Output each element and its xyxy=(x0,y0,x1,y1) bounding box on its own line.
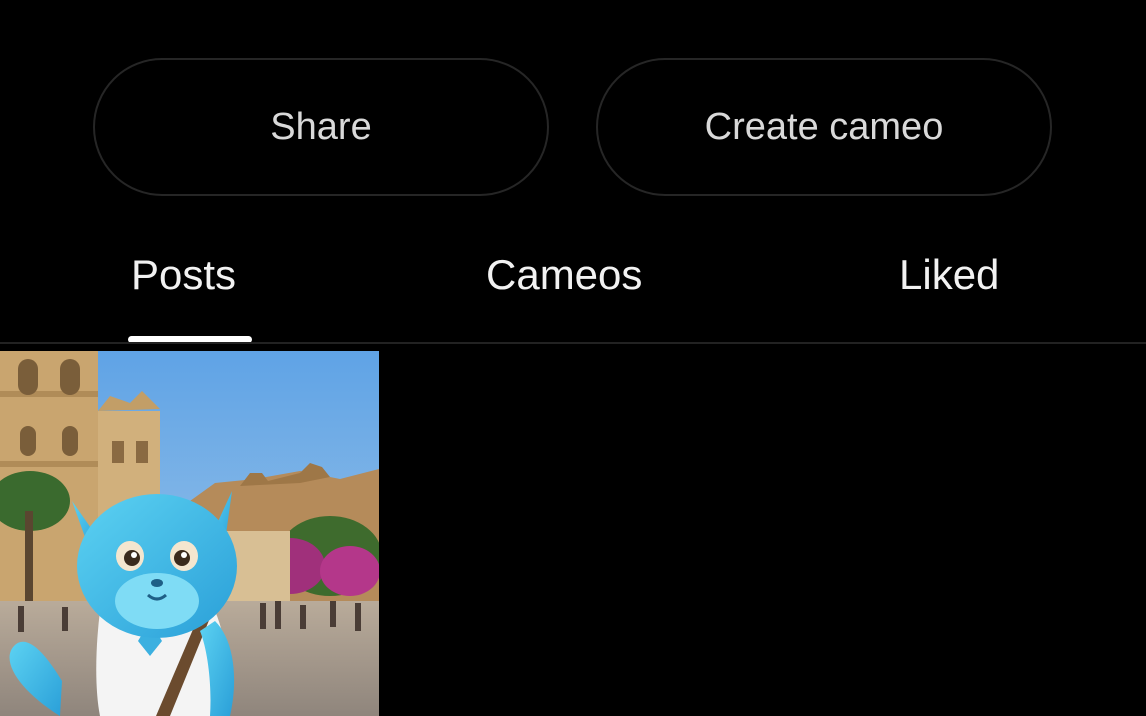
share-button-label: Share xyxy=(270,105,372,148)
post-thumbnail[interactable] xyxy=(0,351,379,716)
tab-cameos[interactable]: Cameos xyxy=(486,250,642,300)
tab-liked[interactable]: Liked xyxy=(899,250,999,300)
tab-liked-label: Liked xyxy=(899,251,1000,298)
profile-page: Share Create cameo Posts Cameos Liked xyxy=(0,0,1146,716)
create-cameo-button[interactable]: Create cameo xyxy=(596,58,1052,196)
post-thumbnail-image xyxy=(0,351,379,716)
tab-posts[interactable]: Posts xyxy=(131,250,236,300)
share-button[interactable]: Share xyxy=(93,58,549,196)
tab-posts-label: Posts xyxy=(131,251,237,298)
create-cameo-button-label: Create cameo xyxy=(704,105,944,148)
tab-divider xyxy=(0,342,1146,344)
tab-cameos-label: Cameos xyxy=(486,251,643,298)
